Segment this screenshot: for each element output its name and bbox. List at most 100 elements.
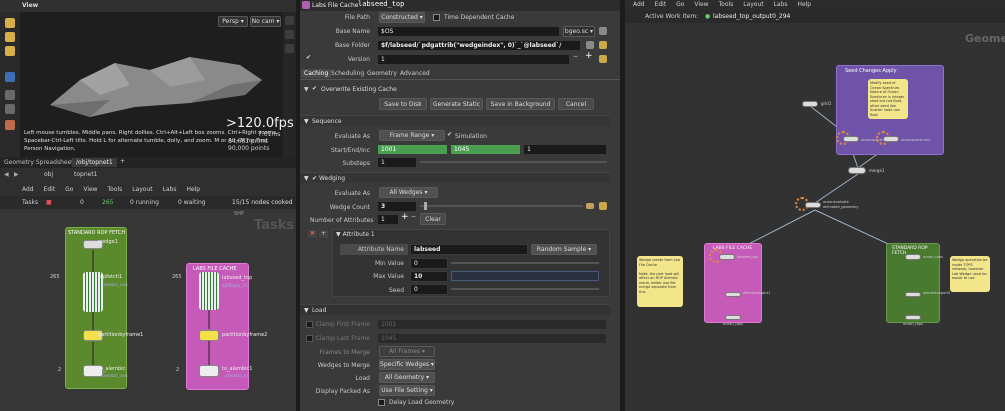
simulation-checkbox[interactable]: ✔ <box>447 131 452 138</box>
substeps-slider[interactable] <box>420 161 607 163</box>
num-attr-field[interactable]: 1 <box>377 214 399 225</box>
frames-merge-menu[interactable]: All Frames ▾ <box>379 346 435 357</box>
display-packed-menu[interactable]: Use File Setting ▾ <box>379 385 435 396</box>
delay-load-checkbox[interactable] <box>378 399 385 406</box>
wireframe-icon[interactable] <box>285 44 294 53</box>
node-grid1[interactable] <box>802 101 818 107</box>
overwrite-checkbox[interactable]: ✔ <box>312 85 317 92</box>
handle-tool-icon[interactable] <box>5 72 15 82</box>
node-right-alembicexport1-label: alembicexport1 <box>743 291 771 295</box>
generate-static-button[interactable]: Generate Static <box>430 98 483 110</box>
note-wedge-create[interactable]: Wedge create from Lab File Cache Note: t… <box>637 256 683 307</box>
start-field[interactable]: 1001 <box>377 144 448 155</box>
node-right-labseed-top[interactable] <box>719 254 735 260</box>
node-right-alembicexport2[interactable] <box>905 292 921 297</box>
inc-field[interactable]: 1 <box>523 144 607 155</box>
max-label: Max Value <box>373 273 404 280</box>
note-wedge-operation[interactable]: Wedge operation be inside TOPS network, … <box>950 256 990 292</box>
wedge-count-slider[interactable] <box>420 205 583 207</box>
base-name-label: Base Name <box>335 28 370 35</box>
version-field[interactable]: 1 <box>377 54 570 65</box>
shading-icon[interactable] <box>285 30 294 39</box>
snap-icon[interactable] <box>5 104 15 114</box>
node-merge1[interactable] <box>848 167 866 174</box>
viewport-title: View <box>22 2 39 9</box>
light-icon[interactable] <box>5 120 15 130</box>
node-oceanspectrum1[interactable] <box>843 136 859 142</box>
sequence-section[interactable]: ▼ Sequence <box>300 115 610 126</box>
attr-delete-icon[interactable]: ✖ <box>308 230 317 238</box>
node-labseed-top[interactable] <box>199 272 219 310</box>
node-right-ocean-tops[interactable] <box>905 254 921 260</box>
tab-scheduling[interactable]: Scheduling <box>331 70 364 77</box>
camera-menu[interactable]: No cam ▾ <box>250 16 281 27</box>
node-right-ocean-tops-b[interactable] <box>905 315 921 320</box>
node-right-ocean-tops-a[interactable] <box>725 315 741 320</box>
attribute-header[interactable]: ▼ Attribute 1 <box>336 231 375 238</box>
save-background-button[interactable]: Save in Background <box>486 98 555 110</box>
node-to-alembic1-sub: .../aembic_variant_TOPS/nwedg... <box>222 373 248 378</box>
min-field[interactable]: 0 <box>410 258 448 269</box>
evaluate-menu[interactable]: Frame Range ▾ <box>379 130 445 141</box>
base-name-field[interactable]: $OS <box>377 26 560 37</box>
attr-add-icon[interactable]: + <box>319 230 328 238</box>
node-name-field[interactable]: labseed_top <box>358 0 404 8</box>
node-oceanspectrum2[interactable] <box>883 136 899 142</box>
load-menu[interactable]: All Geometry ▾ <box>379 372 435 383</box>
node-partitionbyframe2[interactable] <box>199 330 219 341</box>
base-folder-field[interactable]: $f/labseed/`pdgattrib("wedgeindex", 0)`_… <box>377 40 581 51</box>
wedges-merge-menu[interactable]: Specific Wedges ▾ <box>379 359 435 370</box>
tab-geometry[interactable]: Geometry <box>367 70 397 77</box>
substeps-field[interactable]: 1 <box>377 157 417 168</box>
version-brush-icon[interactable] <box>599 55 607 63</box>
node-to-alembic1[interactable] <box>199 365 219 377</box>
clear-button[interactable]: Clear <box>420 213 446 225</box>
file-path-menu[interactable]: Constructed ▾ <box>379 12 425 23</box>
node-to-alembic1-label: to_alembic1 <box>222 366 253 372</box>
clamp-last-field[interactable]: 1045 <box>377 333 607 344</box>
folder-open-icon[interactable] <box>599 41 607 49</box>
version-checkbox[interactable]: ✔ <box>306 54 311 61</box>
viewport-right-toolbar <box>283 12 296 157</box>
wedge-count-field[interactable]: 3 <box>377 201 417 212</box>
wedge-eval-menu[interactable]: All Wedges ▾ <box>379 187 438 198</box>
max-slider[interactable] <box>451 271 599 281</box>
min-slider[interactable] <box>451 262 599 264</box>
seed-field[interactable]: 0 <box>410 284 448 295</box>
seed-slider[interactable] <box>451 288 599 290</box>
end-field[interactable]: 1045 <box>450 144 521 155</box>
move-tool-icon[interactable] <box>5 32 15 42</box>
num-attr-minus-button[interactable]: − <box>411 213 416 220</box>
node-right-alembicexport1[interactable] <box>725 292 741 297</box>
file-browse-icon[interactable] <box>599 27 607 35</box>
max-field[interactable]: 10 <box>410 271 448 282</box>
version-minus-button[interactable]: − <box>573 53 578 60</box>
time-dependent-checkbox[interactable] <box>433 14 440 21</box>
save-to-disk-button[interactable]: Save to Disk <box>379 98 427 110</box>
num-attr-plus-button[interactable]: + <box>401 212 409 222</box>
attr-name-field[interactable]: labseed <box>410 244 528 255</box>
rotate-tool-icon[interactable] <box>5 46 15 56</box>
node-ropfetch1-sub: .../aembic_variant_TOPS/sceneT ... <box>98 282 128 292</box>
attr-mode-menu[interactable]: Random Sample ▾ <box>531 244 597 255</box>
node-oceanevaluate[interactable] <box>805 202 821 208</box>
tab-advanced[interactable]: Advanced <box>400 70 430 77</box>
lock-icon[interactable] <box>5 90 15 100</box>
load-section[interactable]: ▼ Load <box>300 304 610 315</box>
wedge-count-slider-handle[interactable] <box>424 202 427 210</box>
persp-menu[interactable]: Persp ▾ <box>218 16 248 27</box>
version-plus-button[interactable]: + <box>585 51 593 61</box>
folder-browse-icon[interactable] <box>586 41 594 49</box>
tab-caching[interactable]: Caching <box>301 69 332 78</box>
wedging-checkbox[interactable]: ✔ <box>312 175 319 182</box>
overwrite-collapse[interactable]: ▼ <box>304 86 309 93</box>
cancel-button[interactable]: Cancel <box>558 98 594 110</box>
wedging-section[interactable]: ▼ ✔ Wedging <box>300 172 610 183</box>
wedge-brush-icon[interactable] <box>599 202 607 210</box>
clamp-first-field[interactable]: 1001 <box>377 319 607 330</box>
display-option-icon[interactable] <box>285 16 294 25</box>
wedge-eye-icon[interactable] <box>586 203 594 209</box>
select-tool-icon[interactable] <box>5 18 15 28</box>
ext-menu[interactable]: bgeo.sc ▾ <box>563 26 595 37</box>
seed-note[interactable]: Modify seed of Ocean Spectrum. Nature of… <box>868 79 908 119</box>
